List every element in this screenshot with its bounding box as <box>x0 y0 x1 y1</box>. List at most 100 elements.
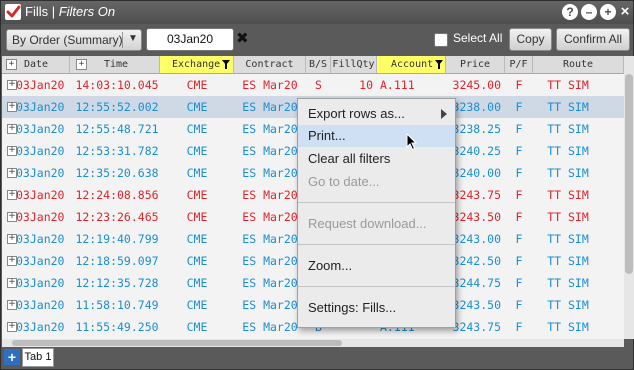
menu-item-zoom[interactable]: Zoom... <box>298 255 455 277</box>
cell-exchange: CME <box>186 166 208 180</box>
column-header-fillqty[interactable]: FillQty <box>331 56 377 73</box>
cell-exchange: CME <box>186 144 208 158</box>
cell-contract: ES Mar20 <box>242 122 298 136</box>
menu-item-print[interactable]: Print... <box>298 125 455 147</box>
cell-route: TT SIM <box>547 210 589 224</box>
tab-1[interactable]: Tab 1 <box>22 348 54 367</box>
cell-time: 12:55:52.002 <box>75 100 159 114</box>
cell-route: TT SIM <box>547 78 589 92</box>
dropdown-divider <box>122 32 123 48</box>
cell-route: TT SIM <box>547 320 589 334</box>
cell-exchange: CME <box>186 232 208 246</box>
menu-item-export-rows[interactable]: Export rows as... <box>298 103 455 125</box>
add-tab-button[interactable]: + <box>4 349 20 365</box>
cell-pf: F <box>515 166 523 180</box>
cell-contract: ES Mar20 <box>242 210 298 224</box>
table-row[interactable]: +03Jan20 14:03:10.045 CME ES Mar20 S 10 A.111 3… <box>2 74 624 96</box>
cell-time: 12:35:20.638 <box>75 166 159 180</box>
filter-funnel-icon[interactable] <box>435 60 443 69</box>
cell-route: TT SIM <box>547 298 589 312</box>
horizontal-scroll-thumb[interactable] <box>12 340 342 346</box>
cell-route: TT SIM <box>547 144 589 158</box>
vertical-scroll-thumb[interactable] <box>625 74 633 274</box>
cell-exchange: CME <box>186 320 208 334</box>
minimize-icon[interactable]: – <box>581 4 597 20</box>
column-header-bs[interactable]: B/S <box>306 56 331 73</box>
copy-button[interactable]: Copy <box>509 28 552 51</box>
toolbar: By Order (Summary) ▼ 03Jan20 ✖ Select Al… <box>1 24 633 56</box>
menu-divider <box>298 286 455 287</box>
cell-contract: ES Mar20 <box>242 232 298 246</box>
chevron-down-icon[interactable]: ▼ <box>128 33 138 44</box>
horizontal-scrollbar[interactable] <box>2 339 624 347</box>
column-header-price[interactable]: Price <box>446 56 505 73</box>
cell-time: 12:19:40.799 <box>75 232 159 246</box>
tab-bar: + Tab 1 <box>1 347 633 369</box>
cell-time: 12:24:08.856 <box>75 188 159 202</box>
column-header-pf[interactable]: P/F <box>505 56 533 73</box>
cell-route: TT SIM <box>547 188 589 202</box>
vertical-scrollbar[interactable] <box>624 56 634 339</box>
column-header-contract[interactable]: Contract <box>234 56 306 73</box>
menu-item-request-download: Request download... <box>308 216 427 231</box>
cell-pf: F <box>515 144 523 158</box>
mouse-cursor-icon <box>406 133 418 151</box>
cell-contract: ES Mar20 <box>242 276 298 290</box>
cell-route: TT SIM <box>547 100 589 114</box>
cell-pf: F <box>515 276 523 290</box>
expand-all-icon[interactable]: + <box>6 59 17 70</box>
cell-date: 03Jan20 <box>16 298 65 312</box>
close-icon[interactable]: × <box>617 4 633 20</box>
menu-divider <box>298 244 455 245</box>
cell-date: 03Jan20 <box>16 100 65 114</box>
column-header-exchange-label: Exchange <box>172 59 221 70</box>
clear-date-icon[interactable]: ✖ <box>236 29 249 47</box>
context-menu: Export rows as... Print... Clear all fil… <box>297 98 456 328</box>
cell-exchange: CME <box>186 188 208 202</box>
cell-pf: F <box>515 78 523 92</box>
column-header-date[interactable]: + Date <box>2 56 70 73</box>
cell-date: 03Jan20 <box>16 276 65 290</box>
cell-route: TT SIM <box>547 254 589 268</box>
cell-date: 03Jan20 <box>16 188 65 202</box>
cell-pf: F <box>515 232 523 246</box>
cell-date: 03Jan20 <box>16 166 65 180</box>
cell-exchange: CME <box>186 122 208 136</box>
column-header-exchange[interactable]: Exchange <box>160 56 234 73</box>
column-header-account[interactable]: Account <box>377 56 446 73</box>
cell-contract: ES Mar20 <box>242 320 298 334</box>
window-title-status: Filters On <box>58 4 116 19</box>
cell-pf: F <box>515 210 523 224</box>
cell-contract: ES Mar20 <box>242 100 298 114</box>
cell-time: 12:23:26.465 <box>75 210 159 224</box>
column-header-date-label: Date <box>24 59 49 70</box>
select-all-label[interactable]: Select All <box>453 31 502 45</box>
window-title: Fills | Filters On <box>25 4 115 19</box>
cell-price: 3245.00 <box>452 78 501 92</box>
maximize-icon[interactable]: + <box>600 4 616 20</box>
menu-item-clear-filters[interactable]: Clear all filters <box>298 148 455 170</box>
select-all-checkbox[interactable] <box>434 33 448 47</box>
cell-contract: ES Mar20 <box>242 144 298 158</box>
expand-column-icon[interactable]: + <box>76 59 87 70</box>
order-view-dropdown-label: By Order (Summary) <box>12 33 123 47</box>
cell-route: TT SIM <box>547 166 589 180</box>
column-header-time[interactable]: + Time <box>70 56 160 73</box>
grid-header: + Date + Time Exchange Contract B/S Fill… <box>2 56 624 74</box>
cell-time: 12:53:31.782 <box>75 144 159 158</box>
submenu-arrow-icon <box>441 109 447 119</box>
filter-funnel-icon[interactable] <box>222 60 230 69</box>
title-bar[interactable]: Fills | Filters On ? – + × <box>1 1 633 24</box>
cell-contract: ES Mar20 <box>242 254 298 268</box>
help-icon[interactable]: ? <box>562 4 578 20</box>
column-header-time-label: Time <box>104 59 129 70</box>
column-header-account-label: Account <box>391 59 434 70</box>
confirm-all-button[interactable]: Confirm All <box>556 28 630 51</box>
menu-item-settings[interactable]: Settings: Fills... <box>298 297 455 319</box>
cell-date: 03Jan20 <box>16 122 65 136</box>
column-header-route[interactable]: Route <box>533 56 624 73</box>
date-filter-input[interactable]: 03Jan20 <box>146 28 234 51</box>
cell-route: TT SIM <box>547 276 589 290</box>
cell-pf: F <box>515 320 523 334</box>
order-view-dropdown[interactable]: By Order (Summary) ▼ <box>6 29 142 51</box>
